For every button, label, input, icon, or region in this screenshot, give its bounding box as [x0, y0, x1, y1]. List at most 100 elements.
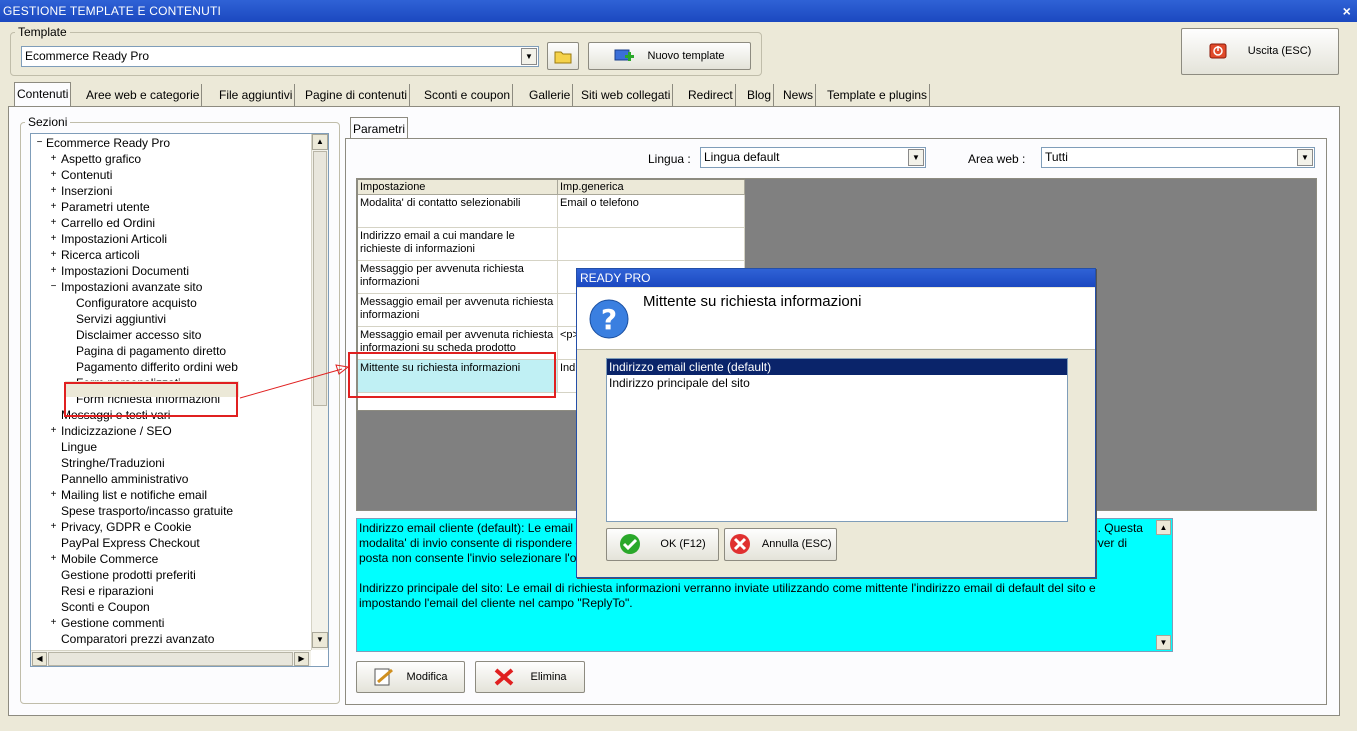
tree-hscrollbar[interactable]: ◀ ▶	[31, 650, 311, 666]
dialog: READY PRO ? Mittente su richiesta inform…	[576, 268, 1096, 578]
ok-button[interactable]: OK (F12)	[606, 528, 719, 561]
cancel-button[interactable]: Annulla (ESC)	[724, 528, 837, 561]
tree-item[interactable]: Parametri utente	[61, 199, 150, 215]
tree-subitem[interactable]: Disclaimer accesso sito	[76, 327, 201, 343]
tab-template-plugins[interactable]: Template e plugins	[825, 84, 931, 106]
row-setting-name[interactable]: Indirizzo email a cui mandare le richies…	[358, 228, 558, 261]
sender-option-list[interactable]: Indirizzo email cliente (default) Indiri…	[606, 358, 1068, 522]
tree-item[interactable]: Impostazioni avanzate sito	[61, 279, 202, 295]
expand-icon[interactable]: +	[49, 266, 58, 276]
annotation-arrow	[239, 364, 350, 399]
expand-icon[interactable]: +	[49, 490, 58, 500]
tab-pagine-contenuti[interactable]: Pagine di contenuti	[303, 84, 411, 106]
expand-icon[interactable]: +	[49, 170, 58, 180]
hscroll-thumb[interactable]	[48, 652, 293, 666]
row-setting-name[interactable]: Messaggio email per avvenuta richiesta i…	[358, 294, 558, 327]
option-email-cliente[interactable]: Indirizzo email cliente (default)	[607, 359, 1067, 375]
annotation-box-grid	[348, 352, 556, 398]
scroll-down-icon[interactable]: ▼	[1156, 635, 1171, 650]
tree-item[interactable]: Ricerca articoli	[61, 247, 140, 263]
chevron-down-icon[interactable]: ▼	[908, 149, 924, 166]
tree-subitem[interactable]: Pagamento differito ordini web	[76, 359, 238, 375]
tree-item[interactable]: Stringhe/Traduzioni	[61, 455, 165, 471]
tree-item[interactable]: Impostazioni Articoli	[61, 231, 167, 247]
option-indirizzo-sito[interactable]: Indirizzo principale del sito	[607, 375, 1067, 391]
tree-item[interactable]: Mobile Commerce	[61, 551, 158, 567]
tree-item[interactable]: Lingue	[61, 439, 97, 455]
chevron-down-icon[interactable]: ▼	[1297, 149, 1313, 166]
collapse-icon[interactable]: −	[35, 138, 44, 148]
expand-icon[interactable]: +	[49, 426, 58, 436]
tree-item[interactable]: Gestione commenti	[61, 615, 164, 631]
new-template-button[interactable]: Nuovo template	[588, 42, 751, 70]
tab-contenuti[interactable]: Contenuti	[14, 82, 72, 107]
svg-text:?: ?	[601, 303, 617, 336]
delete-button[interactable]: Elimina	[475, 661, 585, 693]
tab-gallerie[interactable]: Gallerie	[527, 84, 574, 106]
dialog-heading: Mittente su richiesta informazioni	[643, 293, 862, 310]
col-impostazione: Impostazione	[358, 180, 558, 195]
tree-item[interactable]: Comparatori prezzi avanzato	[61, 631, 214, 647]
area-web-select[interactable]: Tutti ▼	[1041, 147, 1315, 168]
tree-item[interactable]: Sconti e Coupon	[61, 599, 150, 615]
expand-icon[interactable]: +	[49, 618, 58, 628]
tab-parametri[interactable]: Parametri	[350, 117, 409, 139]
scroll-right-icon[interactable]: ▶	[294, 652, 309, 666]
row-setting-value[interactable]	[558, 228, 745, 261]
tree-subitem[interactable]: Pagina di pagamento diretto	[76, 343, 226, 359]
expand-icon[interactable]: +	[49, 218, 58, 228]
annotation-box-tree	[64, 382, 238, 417]
tree-subitem[interactable]: Configuratore acquisto	[76, 295, 197, 311]
expand-icon[interactable]: +	[49, 234, 58, 244]
row-setting-name[interactable]: Messaggio per avvenuta richiesta informa…	[358, 261, 558, 294]
check-icon	[620, 534, 641, 555]
scroll-down-icon[interactable]: ▼	[312, 632, 328, 648]
tree-item[interactable]: Spese trasporto/incasso gratuite	[61, 503, 233, 519]
expand-icon[interactable]: +	[49, 186, 58, 196]
tab-news[interactable]: News	[781, 84, 817, 106]
tree-subitem[interactable]: Servizi aggiuntivi	[76, 311, 166, 327]
expand-icon[interactable]: +	[49, 154, 58, 164]
expand-icon[interactable]: +	[49, 202, 58, 212]
tab-aree-web[interactable]: Aree web e categorie	[84, 84, 203, 106]
tree-item[interactable]: PayPal Express Checkout	[61, 535, 200, 551]
expand-icon[interactable]: +	[49, 554, 58, 564]
scroll-up-icon[interactable]: ▲	[312, 134, 328, 150]
expand-icon[interactable]: +	[49, 250, 58, 260]
tree-item[interactable]: Pannello amministrativo	[61, 471, 188, 487]
tree-item[interactable]: Resi e riparazioni	[61, 583, 154, 599]
exit-button[interactable]: Uscita (ESC)	[1181, 28, 1339, 75]
row-setting-value[interactable]: Email o telefono	[558, 195, 745, 228]
scroll-left-icon[interactable]: ◀	[32, 652, 47, 666]
tree-item[interactable]: Impostazioni Documenti	[61, 263, 189, 279]
modify-button[interactable]: Modifica	[356, 661, 465, 693]
tree-item[interactable]: Inserzioni	[61, 183, 112, 199]
dialog-title: READY PRO	[577, 269, 1095, 287]
expand-icon[interactable]: +	[49, 522, 58, 532]
tab-sconti-coupon[interactable]: Sconti e coupon	[422, 84, 514, 106]
tree-item[interactable]: Carrello ed Ordini	[61, 215, 155, 231]
tab-file-aggiuntivi[interactable]: File aggiuntivi	[217, 84, 296, 106]
question-icon: ?	[589, 299, 629, 339]
lingua-select[interactable]: Lingua default ▼	[700, 147, 926, 168]
tab-siti-web[interactable]: Siti web collegati	[579, 84, 674, 106]
tree-item[interactable]: Contenuti	[61, 167, 112, 183]
open-folder-button[interactable]	[547, 42, 579, 70]
delete-icon	[495, 668, 514, 686]
chevron-down-icon[interactable]: ▼	[521, 48, 537, 65]
tree-item[interactable]: Indicizzazione / SEO	[61, 423, 172, 439]
tab-blog[interactable]: Blog	[745, 84, 775, 106]
tree-root[interactable]: Ecommerce Ready Pro	[46, 135, 170, 151]
sections-label: Sezioni	[25, 115, 71, 129]
tree-item[interactable]: Aspetto grafico	[61, 151, 141, 167]
close-icon[interactable]: ×	[1343, 0, 1351, 22]
tree-item[interactable]: Gestione prodotti preferiti	[61, 567, 196, 583]
scroll-up-icon[interactable]: ▲	[1156, 520, 1171, 535]
template-select[interactable]: Ecommerce Ready Pro ▼	[21, 46, 539, 67]
tree-item[interactable]: Privacy, GDPR e Cookie	[61, 519, 191, 535]
tab-redirect[interactable]: Redirect	[686, 84, 736, 106]
row-setting-name[interactable]: Modalita' di contatto selezionabili	[358, 195, 558, 228]
collapse-icon[interactable]: −	[49, 282, 58, 292]
power-icon	[1209, 43, 1227, 59]
tree-item[interactable]: Mailing list e notifiche email	[61, 487, 207, 503]
